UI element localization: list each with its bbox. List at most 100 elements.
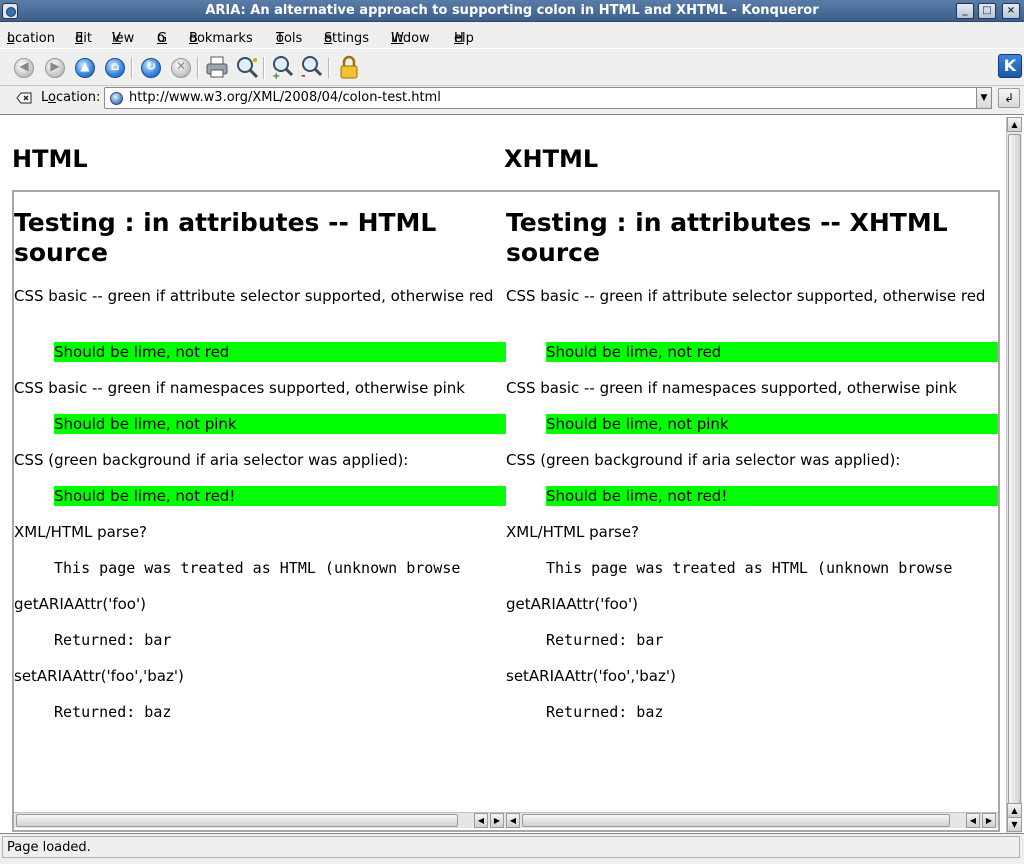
frame-title: Testing : in attributes -- XHTML source: [506, 208, 948, 267]
back-glyph: ◀: [19, 59, 29, 73]
heading-html: HTML: [12, 145, 88, 173]
set-attr-result: Returned: baz: [546, 703, 664, 721]
page-favicon-icon: [110, 92, 123, 105]
menu-label: ettings: [324, 31, 370, 46]
get-attr-result: Returned: bar: [54, 631, 172, 649]
get-attr-result: Returned: bar: [546, 631, 664, 649]
scroll-right-icon[interactable]: ▶: [490, 813, 504, 828]
css-attr-label: CSS basic -- green if attribute selector…: [14, 287, 494, 305]
frame-html-hscrollbar[interactable]: ◀ ▶: [14, 812, 506, 828]
minimize-button[interactable]: _: [956, 3, 974, 19]
print-icon-shape: [206, 56, 228, 78]
up-glyph: ▲: [80, 59, 90, 73]
location-label-start: L: [41, 90, 49, 105]
find-icon[interactable]: [234, 54, 260, 80]
forward-icon[interactable]: ▶: [42, 54, 68, 80]
css-aria-label: CSS (green background if aria selector w…: [506, 451, 901, 469]
toolbar-separator: [328, 57, 330, 79]
scrollbar-thumb[interactable]: [1008, 134, 1021, 804]
lime-test-1: Should be lime, not red: [546, 342, 998, 362]
zoom-out-icon-shape: -: [301, 56, 323, 82]
css-ns-label: CSS basic -- green if namespaces support…: [14, 379, 465, 397]
css-attr-label: CSS basic -- green if attribute selector…: [506, 287, 986, 305]
location-label-end: cation:: [55, 90, 101, 105]
print-icon[interactable]: [204, 54, 230, 80]
scrollbar-thumb[interactable]: [522, 814, 950, 827]
heading-xhtml: XHTML: [504, 145, 599, 173]
zoom-out-icon[interactable]: -: [299, 54, 325, 82]
menu-label: elp: [454, 31, 474, 46]
set-attr-label: setARIAAttr('foo','baz'): [14, 667, 184, 685]
home-glyph: ⌂: [110, 59, 120, 73]
get-attr-label: getARIAAttr('foo'): [506, 595, 638, 613]
css-ns-label: CSS basic -- green if namespaces support…: [506, 379, 957, 397]
scrollbar-thumb[interactable]: [16, 814, 458, 827]
frame-title: Testing : in attributes -- HTML source: [14, 208, 437, 267]
url-input[interactable]: http://www.w3.org/XML/2008/04/colon-test…: [104, 87, 978, 109]
up-icon[interactable]: ▲: [72, 54, 98, 80]
frame-xhtml-hscrollbar[interactable]: ◀ ◀ ▶: [506, 812, 998, 828]
frame-xhtml[interactable]: Testing : in attributes -- XHTML source …: [506, 192, 998, 830]
scroll-down-icon[interactable]: ▼: [1007, 817, 1022, 832]
menubar: Location Edit View Go Bookmarks Tools Se…: [0, 23, 1024, 47]
lime-test-2: Should be lime, not pink: [54, 414, 506, 434]
parse-result: This page was treated as HTML (unknown b…: [546, 559, 953, 577]
set-attr-label: setARIAAttr('foo','baz'): [506, 667, 676, 685]
lime-test-3: Should be lime, not red!: [546, 486, 998, 506]
main-toolbar: ◀ ▶ ▲ ⌂ ↻ ✕ + - K: [0, 48, 1024, 86]
stop-glyph: ✕: [175, 59, 187, 73]
frame-html[interactable]: Testing : in attributes -- HTML source C…: [14, 192, 506, 830]
parse-label: XML/HTML parse?: [506, 523, 640, 541]
menu-label: dit: [75, 31, 92, 46]
window-titlebar: ARIA: An alternative approach to support…: [0, 0, 1024, 22]
home-icon[interactable]: ⌂: [102, 54, 128, 80]
reload-icon[interactable]: ↻: [138, 54, 164, 80]
scroll-right-icon[interactable]: ▶: [982, 813, 996, 828]
parse-label: XML/HTML parse?: [14, 523, 148, 541]
scroll-left-icon[interactable]: ◀: [506, 813, 520, 828]
lime-test-1: Should be lime, not red: [54, 342, 506, 362]
svg-text:+: +: [272, 71, 280, 80]
close-button[interactable]: ×: [1002, 3, 1020, 19]
forward-glyph: ▶: [50, 59, 60, 73]
parse-result: This page was treated as HTML (unknown b…: [54, 559, 461, 577]
get-attr-label: getARIAAttr('foo'): [14, 595, 146, 613]
scroll-left-icon[interactable]: ◀: [966, 813, 980, 828]
menu-label: ools: [276, 31, 303, 46]
security-lock-icon[interactable]: [336, 54, 362, 80]
menu-label: o: [157, 31, 165, 46]
menu-label: indow: [391, 31, 430, 46]
window-title: ARIA: An alternative approach to support…: [205, 3, 819, 18]
find-icon-shape: [237, 57, 259, 79]
status-bar: Page loaded.: [2, 836, 1020, 858]
reload-glyph: ↻: [145, 59, 157, 73]
url-history-dropdown[interactable]: ▼: [976, 87, 992, 109]
page-vscrollbar[interactable]: ▲ ▲ ▼: [1006, 117, 1022, 833]
scroll-up-icon[interactable]: ▲: [1007, 803, 1022, 818]
clear-location-icon[interactable]: [16, 91, 32, 105]
go-button[interactable]: ↲: [998, 88, 1020, 108]
zoom-in-icon-shape: +: [272, 56, 294, 82]
menu-label: ocation: [7, 31, 55, 46]
toolbar-separator: [131, 57, 133, 79]
lime-test-2: Should be lime, not pink: [546, 414, 998, 434]
lock-icon-shape: [340, 55, 358, 79]
location-label: Location:: [41, 90, 100, 105]
toolbar-separator: [197, 57, 199, 79]
scroll-left-icon[interactable]: ◀: [474, 813, 488, 828]
menu-label: ookmarks: [189, 31, 253, 46]
svg-text:-: -: [301, 69, 306, 80]
scroll-up-icon[interactable]: ▲: [1007, 117, 1022, 132]
stop-icon[interactable]: ✕: [168, 54, 194, 80]
css-aria-label: CSS (green background if aria selector w…: [14, 451, 409, 469]
menu-label: iew: [112, 31, 135, 46]
kde-logo-icon[interactable]: K: [998, 54, 1022, 78]
zoom-in-icon[interactable]: +: [270, 54, 296, 82]
maximize-button[interactable]: □: [978, 3, 996, 19]
lime-test-3: Should be lime, not red!: [54, 486, 506, 506]
frameset: Testing : in attributes -- HTML source C…: [12, 190, 1000, 832]
location-label-mnemonic: o: [48, 90, 56, 105]
location-bar: Location: http://www.w3.org/XML/2008/04/…: [0, 86, 1024, 112]
back-icon[interactable]: ◀: [11, 54, 37, 80]
page-viewport: HTML XHTML Testing : in attributes -- HT…: [0, 114, 1024, 834]
